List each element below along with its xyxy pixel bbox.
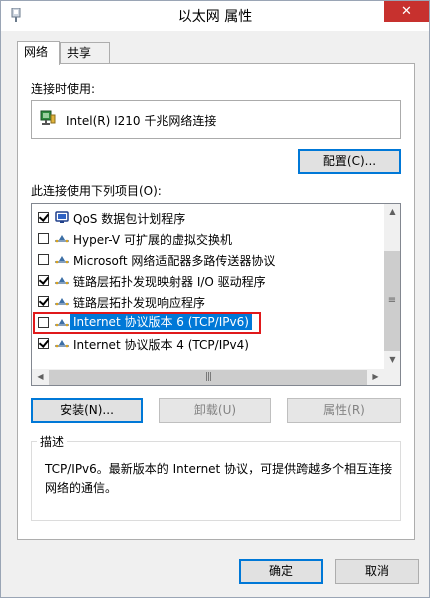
item-label: QoS 数据包计划程序: [73, 212, 186, 226]
ok-button[interactable]: 确定: [239, 559, 323, 584]
annotation-highlight-box: [33, 312, 261, 334]
list-item[interactable]: Internet 协议版本 4 (TCP/IPv4): [32, 333, 384, 354]
description-text: TCP/IPv6。最新版本的 Internet 协议，可提供跨越多个相互连接网络…: [45, 462, 393, 495]
scrollbar-corner: [384, 369, 400, 385]
item-checkbox[interactable]: [38, 233, 49, 244]
list-item[interactable]: QoS 数据包计划程序: [32, 207, 384, 228]
item-checkbox[interactable]: [38, 254, 49, 265]
connect-using-label: 连接时使用:: [31, 82, 96, 96]
vertical-scroll-thumb[interactable]: ≡: [384, 251, 400, 351]
horizontal-scroll-thumb[interactable]: |||: [49, 370, 367, 385]
items-listbox[interactable]: QoS 数据包计划程序 Hyper-V 可扩展的虚拟交换机 Microsoft …: [31, 203, 401, 386]
scroll-right-icon[interactable]: ▶: [367, 372, 384, 381]
item-checkbox[interactable]: [38, 275, 49, 286]
item-checkbox[interactable]: [38, 212, 49, 223]
list-item[interactable]: Hyper-V 可扩展的虚拟交换机: [32, 228, 384, 249]
list-item[interactable]: 链路层拓扑发现响应程序: [32, 291, 384, 312]
scroll-left-icon[interactable]: ◀: [32, 372, 49, 381]
protocol-icon: [55, 298, 69, 306]
horizontal-scrollbar[interactable]: ◀ ||| ▶: [32, 369, 384, 385]
description-legend: 描述: [37, 433, 68, 450]
window-title: 以太网 属性: [177, 9, 253, 25]
scroll-down-icon[interactable]: ▼: [384, 355, 400, 364]
item-label: 链路层拓扑发现响应程序: [73, 296, 206, 310]
list-item[interactable]: Microsoft 网络适配器多路传送器协议: [32, 249, 384, 270]
adapter-box: Intel(R) I210 千兆网络连接: [31, 100, 401, 139]
list-item[interactable]: 链路层拓扑发现映射器 I/O 驱动程序: [32, 270, 384, 291]
scroll-up-icon[interactable]: ▲: [384, 207, 400, 216]
tab-sharing[interactable]: 共享: [60, 42, 110, 64]
item-label: Internet 协议版本 4 (TCP/IPv4): [73, 338, 249, 352]
network-adapter-icon: [40, 110, 56, 125]
item-checkbox[interactable]: [38, 296, 49, 307]
adapter-name: Intel(R) I210 千兆网络连接: [66, 114, 217, 128]
uninstall-button[interactable]: 卸载(U): [159, 398, 271, 423]
properties-dialog: 以太网 属性 ✕ 网络 共享 连接时使用: Intel(R) I210 千兆网络…: [0, 0, 430, 598]
configure-button[interactable]: 配置(C)...: [298, 149, 401, 174]
item-label: 链路层拓扑发现映射器 I/O 驱动程序: [73, 275, 266, 289]
qos-icon: [55, 211, 69, 223]
title-bar[interactable]: 以太网 属性 ✕: [1, 1, 429, 31]
protocol-icon: [55, 235, 69, 243]
tab-network[interactable]: 网络: [17, 41, 60, 65]
items-label: 此连接使用下列项目(O):: [31, 184, 162, 198]
cancel-button[interactable]: 取消: [335, 559, 419, 584]
install-button[interactable]: 安装(N)...: [31, 398, 143, 423]
vertical-scrollbar[interactable]: ▲ ≡ ▼: [384, 204, 400, 369]
item-label: Microsoft 网络适配器多路传送器协议: [73, 254, 276, 268]
protocol-icon: [55, 277, 69, 285]
protocol-icon: [55, 340, 69, 348]
protocol-icon: [55, 256, 69, 264]
item-label: Hyper-V 可扩展的虚拟交换机: [73, 233, 232, 247]
close-button[interactable]: ✕: [384, 1, 429, 22]
properties-button[interactable]: 属性(R): [287, 398, 401, 423]
item-checkbox[interactable]: [38, 338, 49, 349]
